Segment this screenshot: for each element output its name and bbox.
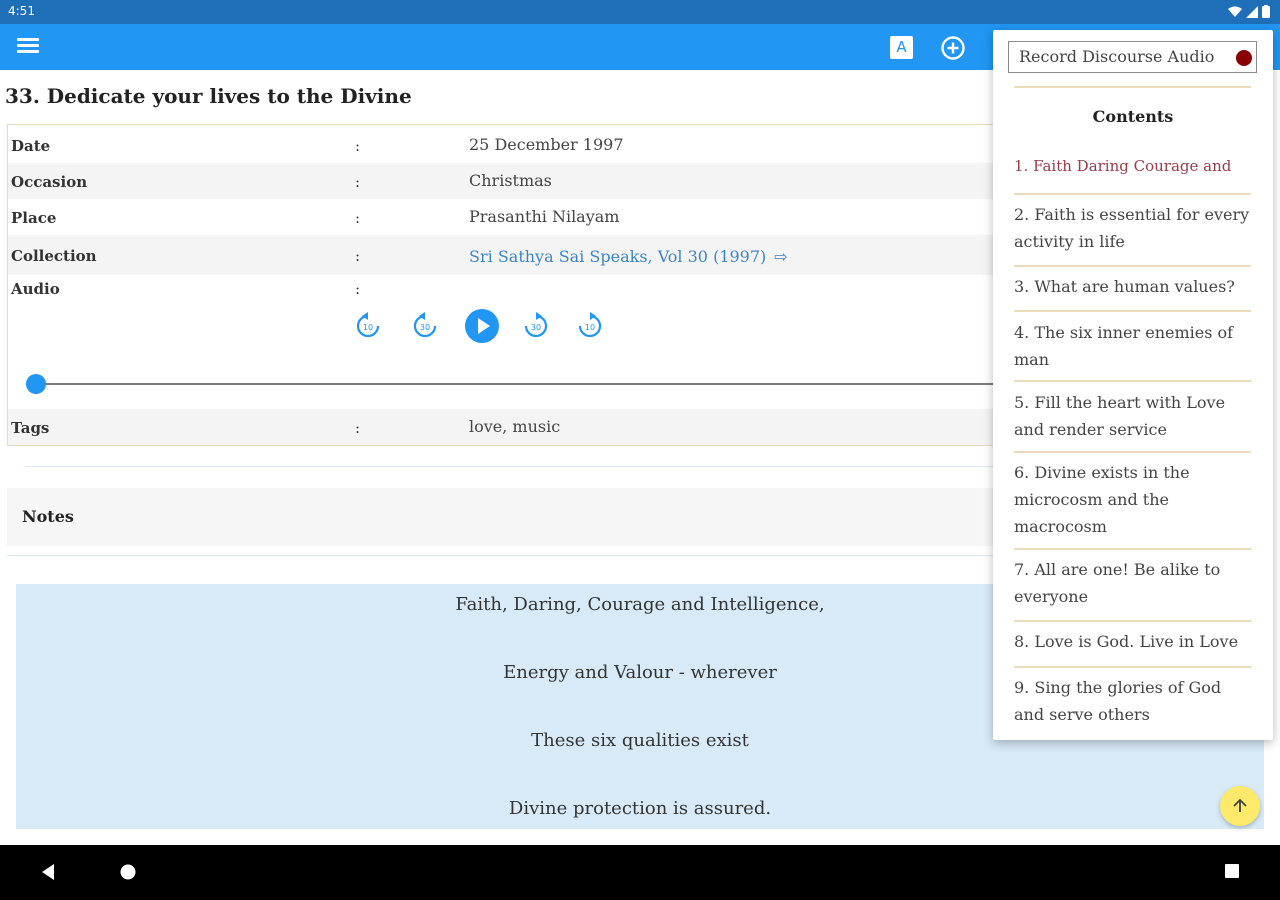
divider [1014,451,1251,453]
toc-item-8[interactable]: 8. Love is God. Live in Love [1014,628,1254,655]
toc-item-3[interactable]: 3. What are human values? [1014,273,1254,300]
toc-item-4[interactable]: 4. The six inner enemies of man [1014,319,1254,373]
detail-colon: : [355,173,361,191]
detail-row-place: Place : Prasanthi Nilayam [8,199,1008,235]
detail-row-tags: Tags : love, music [8,409,1008,445]
detail-label: Date [11,137,51,155]
svg-text:10: 10 [585,323,595,332]
toc-item-1[interactable]: 1. Faith Daring Courage and [1014,153,1254,180]
poem-line: Divine protection is assured. [508,798,772,819]
record-audio-label: Record Discourse Audio [1019,47,1215,66]
divider [25,466,1005,467]
collection-link-label[interactable]: Sri Sathya Sai Speaks, Vol 30 (1997) [469,247,766,266]
divider [1014,666,1251,668]
notes-section[interactable]: Notes [7,488,1007,546]
forward-30-icon[interactable]: 30 [521,311,551,341]
contents-title: Contents [1092,107,1174,126]
detail-row-date: Date : 25 December 1997 [8,127,1008,163]
battery-icon [1262,5,1270,18]
audio-seek-bar[interactable] [26,374,1008,394]
svg-text:10: 10 [363,323,373,332]
divider [1014,620,1251,622]
detail-row-audio: Audio : [8,275,1008,311]
toc-item-7[interactable]: 7. All are one! Be alike to everyone [1014,556,1254,610]
contents-panel: Record Discourse Audio Contents 1. Faith… [993,30,1273,740]
page-title: 33. Dedicate your lives to the Divine [5,84,412,108]
arrow-up-icon [1233,798,1247,812]
toc-item-5[interactable]: 5. Fill the heart with Love and render s… [1014,389,1254,443]
play-icon[interactable] [464,308,500,344]
divider [1014,310,1251,312]
divider [1014,265,1251,267]
seek-thumb[interactable] [26,374,46,394]
detail-colon: : [355,247,361,265]
navigation-bar [0,845,1280,900]
menu-icon[interactable] [17,38,39,56]
recents-icon[interactable] [1224,863,1240,879]
home-icon[interactable] [119,863,137,881]
divider [7,555,1007,556]
toc-item-2[interactable]: 2. Faith is essential for every activity… [1014,201,1254,255]
detail-label: Audio [11,280,60,298]
detail-row-occasion: Occasion : Christmas [8,163,1008,199]
detail-colon: : [355,419,361,437]
toc-item-9[interactable]: 9. Sing the glories of God and serve oth… [1014,674,1254,728]
audio-controls: 10 30 30 10 [353,308,613,345]
discourse-details: Date : 25 December 1997 Occasion : Chris… [7,124,1008,446]
divider [1014,193,1251,195]
system-icons [1228,5,1270,18]
forward-10-icon[interactable]: 10 [575,311,605,341]
detail-colon: : [355,209,361,227]
status-bar: 4:51 [0,0,1280,24]
detail-value: Prasanthi Nilayam [469,207,620,226]
collection-link[interactable]: Sri Sathya Sai Speaks, Vol 30 (1997) ⇨ [469,247,788,266]
add-circle-icon[interactable] [940,35,966,61]
detail-colon: : [355,280,361,298]
record-audio-button[interactable]: Record Discourse Audio [1008,41,1257,73]
replay-10-icon[interactable]: 10 [353,311,383,341]
detail-value: Christmas [469,171,552,190]
divider [1014,548,1251,550]
notes-label: Notes [22,507,74,526]
svg-text:30: 30 [531,323,541,332]
detail-value: 25 December 1997 [469,135,624,154]
replay-30-icon[interactable]: 30 [410,311,440,341]
arrow-right-icon[interactable]: ⇨ [774,247,787,266]
font-size-icon[interactable]: A [890,36,913,59]
seek-track[interactable] [36,383,1008,385]
wifi-icon [1228,6,1242,17]
divider [1014,86,1251,88]
detail-value: love, music [469,417,561,436]
svg-text:30: 30 [420,323,430,332]
detail-label: Occasion [11,173,88,191]
status-time: 4:51 [8,4,35,18]
back-icon[interactable] [40,863,56,881]
detail-colon: : [355,137,361,155]
detail-label: Collection [11,247,97,265]
record-dot-icon [1236,50,1252,66]
signal-icon [1246,5,1258,18]
detail-label: Tags [11,419,50,437]
detail-label: Place [11,209,57,227]
scroll-to-top-button[interactable] [1220,786,1260,826]
detail-row-collection: Collection : Sri Sathya Sai Speaks, Vol … [8,235,1008,275]
divider [1014,380,1251,382]
toc-item-6[interactable]: 6. Divine exists in the microcosm and th… [1014,459,1254,540]
